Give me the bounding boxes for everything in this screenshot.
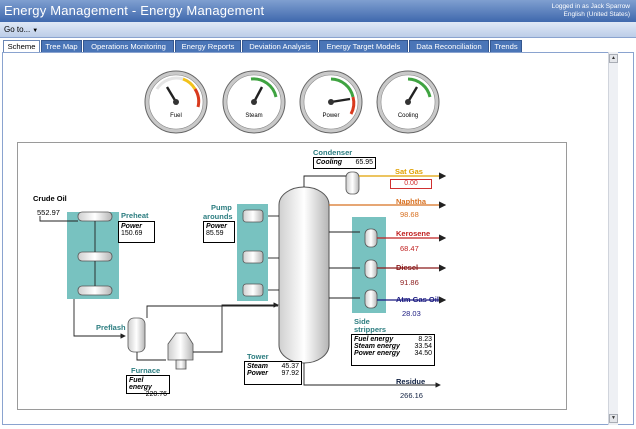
furnace-icon [167,332,194,361]
stripper-vessel-icon [364,289,378,309]
tower-steam-value: 45.37 [281,363,299,370]
condenser-label: Condenser [313,148,353,157]
tower-readout: Steam 45.37 Power 97.92 [244,361,302,385]
preflash-label: Preflash [96,323,126,332]
pump-icon [242,209,264,223]
condenser-field: Cooling [316,159,343,166]
pump-icon [242,283,264,297]
condenser-value: 65.95 [355,159,373,166]
furnace-field: Fuel energy [129,377,152,391]
product-value-residue: 266.16 [400,391,423,400]
heat-exchanger-icon [77,285,113,296]
product-value-kerosene: 68.47 [400,244,419,253]
side-strippers-label-2: strippers [354,325,387,334]
product-value-atm-gas-oil: 28.03 [402,309,421,318]
tower-power-value: 97.92 [281,370,299,377]
furnace-readout: Fuel energy 220.76 [126,375,170,398]
product-value-naphtha: 98.68 [400,210,419,219]
product-name-residue: Residue [396,377,426,386]
tower-power-label: Power [247,370,269,377]
product-name-atm-gas-oil: Atm Gas Oil [396,295,439,304]
heat-exchanger-icon [77,211,113,222]
pumparounds-value: 85.59 [206,230,224,237]
condenser-readout: Cooling 65.95 [313,157,376,169]
tower-label: Tower [247,352,269,361]
product-value-diesel: 91.86 [400,278,419,287]
product-name-diesel: Diesel [396,263,419,272]
pumparounds-label: Pump [211,203,232,212]
preflash-drum-icon [127,317,146,353]
side-strippers-value: 33.54 [414,343,432,350]
side-strippers-field: Power energy [354,350,400,357]
side-strippers-field: Steam energy [354,343,400,350]
condenser-drum-icon [345,171,360,195]
crude-oil-value: 552.97 [37,208,60,217]
process-diagram [39,171,447,388]
stripper-vessel-icon [364,259,378,279]
side-strippers-field: Fuel energy [354,336,394,343]
product-name-naphtha: Naphtha [396,197,426,206]
product-value-sat-gas: 0.00 [390,179,432,189]
stripper-vessel-icon [364,228,378,248]
side-strippers-value: 8.23 [418,336,432,343]
tower-steam-label: Steam [247,363,269,370]
pumparounds-label-2: arounds [203,212,233,221]
heat-exchanger-icon [77,251,113,262]
furnace-value: 220.76 [145,391,167,398]
side-strippers-readout: Fuel energy 8.23 Steam energy 33.54 Powe… [351,334,435,366]
preheat-readout: Power 150.69 [118,221,155,243]
product-name-sat-gas: Sat Gas [395,167,423,176]
side-strippers-value: 34.50 [414,350,432,357]
pumparounds-readout: Power 85.59 [203,221,235,243]
pump-icon [242,250,264,264]
crude-oil-label: Crude Oil [33,194,67,203]
furnace-label: Furnace [131,366,161,375]
preheat-label: Preheat [121,211,149,220]
preheat-value: 150.69 [121,230,143,237]
product-name-kerosene: Kerosene [396,229,431,238]
pumparounds-field: Power [206,223,228,230]
tower-vessel-icon [278,186,330,364]
preheat-field: Power [121,223,143,230]
